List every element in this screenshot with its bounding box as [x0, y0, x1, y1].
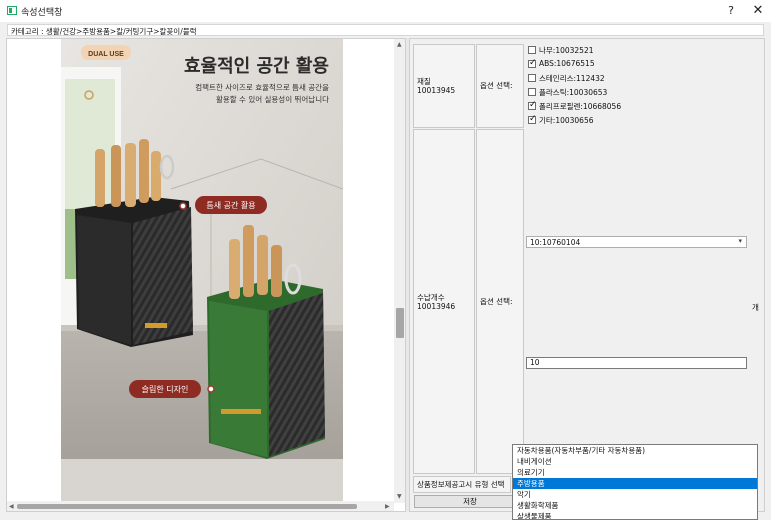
option-material-2: 스테인리스:112432 — [539, 74, 605, 83]
callout-2-text: 슬림한 디자인 — [142, 384, 189, 394]
subtext-line-2: 활용할 수 있어 실용성이 뛰어납니다 — [216, 94, 329, 104]
checkbox-material-5[interactable] — [528, 114, 537, 124]
scroll-left-icon[interactable]: ◀ — [9, 503, 14, 510]
product-image: DUAL USE 효율적인 공간 활용 컴팩트한 사이즈로 효율적으로 틈새 공… — [61, 39, 343, 503]
app-icon — [7, 6, 17, 15]
scroll-right-icon[interactable]: ▶ — [385, 503, 390, 510]
option-material-4: 폴리프로필렌:10668056 — [539, 102, 622, 111]
scroll-up-icon[interactable]: ▲ — [397, 41, 402, 48]
help-button[interactable]: ? — [716, 2, 746, 20]
dropdown-item-selected[interactable]: 주방용품 — [513, 478, 757, 489]
window-title: 속성선택창 — [21, 8, 63, 18]
attr-code-material: 10013945 — [417, 86, 456, 95]
checkbox-material-1[interactable] — [528, 58, 537, 68]
capacity-select-value: 10:10760104 — [530, 238, 581, 247]
badge-text: DUAL USE — [88, 51, 124, 58]
dropdown-item[interactable]: 생활화학제품 — [513, 500, 757, 511]
attr-code-capacity: 10013946 — [417, 302, 456, 311]
dropdown-item[interactable]: 내비게이션 — [513, 456, 757, 467]
product-image-pane: DUAL USE 효율적인 공간 활용 컴팩트한 사이즈로 효율적으로 틈새 공… — [6, 38, 406, 512]
capacity-select[interactable]: 10:10760104 ▾ — [526, 236, 747, 248]
notice-label: 상품정보제공고시 유형 선택 — [417, 480, 505, 489]
subtext-line-1: 컴팩트한 사이즈로 효율적으로 틈새 공간을 — [195, 82, 329, 92]
checkbox-material-0[interactable] — [528, 46, 536, 54]
vertical-scrollbar[interactable] — [394, 39, 405, 503]
category-path: 카테고리 : 생활/건강>주방용품>칼/커팅기구>칼꽂이/블럭 — [7, 24, 764, 36]
option-material-3: 플라스틱:10030653 — [539, 88, 608, 97]
attribute-selection-window: 속성선택창 ? ✕ 카테고리 : 생활/건강>주방용품>칼/커팅기구>칼꽂이/블… — [0, 0, 771, 520]
callout-1-text: 틈새 공간 활용 — [206, 200, 255, 210]
chevron-down-icon: ▾ — [738, 237, 742, 245]
vertical-scroll-thumb[interactable] — [396, 308, 404, 338]
headline-text: 효율적인 공간 활용 — [184, 56, 329, 77]
horizontal-scroll-thumb[interactable] — [17, 504, 357, 509]
scroll-down-icon[interactable]: ▼ — [397, 493, 402, 500]
checkbox-material-2[interactable] — [528, 74, 536, 82]
option-material-1: ABS:10676515 — [539, 59, 595, 68]
save-button[interactable]: 저장 — [414, 495, 526, 508]
checkbox-material-3[interactable] — [528, 88, 536, 96]
option-label-capacity: 옵션 선택: — [480, 297, 513, 306]
title-bar: 속성선택창 ? ✕ — [0, 0, 771, 22]
checkbox-material-4[interactable] — [528, 100, 537, 110]
dropdown-item[interactable]: 악기 — [513, 489, 757, 500]
capacity-input[interactable]: 10 — [526, 357, 747, 369]
dropdown-item[interactable]: 자동차용품(자동차부품/기타 자동차용품) — [513, 445, 757, 456]
notice-type-dropdown[interactable]: 자동차용품(자동차부품/기타 자동차용품) 내비게이션 의료기기 주방용품 악기… — [512, 444, 758, 520]
dropdown-item[interactable]: 의료기기 — [513, 467, 757, 478]
option-material-5: 기타:10030656 — [539, 116, 594, 125]
category-text: 카테고리 : 생활/건강>주방용품>칼/커팅기구>칼꽂이/블럭 — [11, 27, 197, 36]
option-material-0: 나무:10032521 — [539, 46, 594, 55]
dropdown-item[interactable]: 살생물제품 — [513, 511, 757, 519]
option-label-material: 옵션 선택: — [480, 81, 513, 90]
close-button[interactable]: ✕ — [743, 2, 771, 20]
capacity-unit: 개 — [752, 303, 759, 312]
